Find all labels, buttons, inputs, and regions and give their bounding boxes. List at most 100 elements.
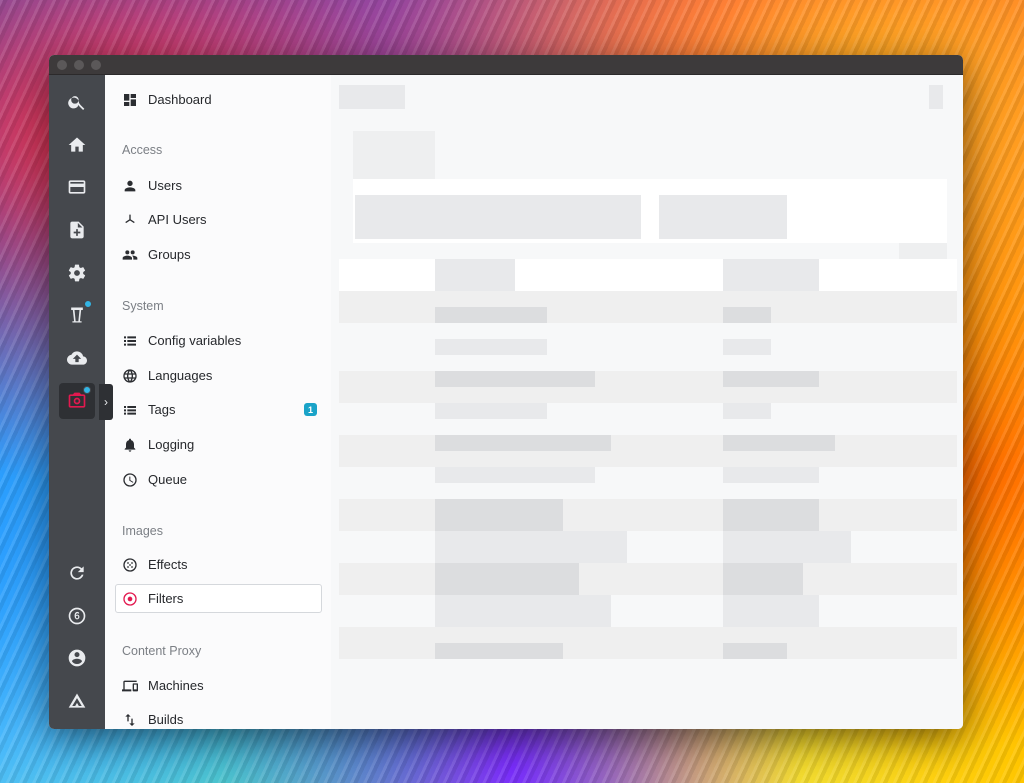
rail-new-document-button[interactable] bbox=[59, 212, 95, 248]
obscured-cell bbox=[723, 531, 851, 563]
obscured-cell bbox=[723, 643, 787, 659]
table-row[interactable] bbox=[339, 595, 957, 627]
obscured-cell bbox=[435, 467, 595, 483]
swap-vertical-icon bbox=[122, 712, 138, 728]
title-bar[interactable] bbox=[49, 55, 963, 75]
close-window-button[interactable] bbox=[57, 60, 67, 70]
sidebar-item-filters[interactable]: Filters bbox=[115, 584, 322, 613]
obscured-cell bbox=[723, 499, 819, 531]
table-row[interactable] bbox=[339, 339, 957, 371]
sidebar-item-label: Logging bbox=[148, 437, 195, 452]
rail-refresh-button[interactable] bbox=[59, 555, 95, 591]
obscured-cell bbox=[435, 339, 547, 355]
minimize-window-button[interactable] bbox=[74, 60, 84, 70]
sidebar-item-machines[interactable]: Machines bbox=[115, 671, 322, 700]
group-icon bbox=[122, 247, 138, 263]
radio-target-icon bbox=[122, 591, 138, 607]
obscured-cell bbox=[723, 595, 819, 627]
sidebar-item-groups[interactable]: Groups bbox=[115, 240, 322, 269]
sidebar-item-config-variables[interactable]: Config variables bbox=[115, 326, 322, 355]
rail-logo-button[interactable] bbox=[59, 683, 95, 719]
bell-icon bbox=[122, 437, 138, 453]
document-add-icon bbox=[70, 221, 84, 239]
bucket-icon bbox=[71, 307, 83, 323]
section-title-images: Images bbox=[122, 524, 163, 538]
obscured-header-action bbox=[929, 85, 943, 109]
sidebar-item-label: Effects bbox=[148, 557, 188, 572]
table-row[interactable] bbox=[339, 371, 957, 403]
section-title-system: System bbox=[122, 299, 164, 313]
table-row[interactable] bbox=[339, 499, 957, 531]
sidebar-item-label: Users bbox=[148, 178, 182, 193]
notification-dot bbox=[84, 300, 92, 308]
logo-icon bbox=[68, 693, 86, 708]
image-filter-icon bbox=[68, 392, 86, 408]
rail-settings-button[interactable] bbox=[59, 255, 95, 291]
obscured-cell bbox=[435, 403, 547, 419]
rail-card-button[interactable] bbox=[59, 169, 95, 205]
dashboard-icon bbox=[122, 92, 138, 108]
table-row[interactable] bbox=[339, 627, 957, 659]
sidebar-item-users[interactable]: Users bbox=[115, 171, 322, 200]
obscured-select-field[interactable] bbox=[659, 195, 787, 239]
sidebar-item-languages[interactable]: Languages bbox=[115, 361, 322, 390]
search-icon bbox=[68, 96, 85, 110]
obscured-page-title bbox=[339, 85, 405, 109]
table-row[interactable] bbox=[339, 291, 957, 323]
obscured-cell bbox=[723, 467, 819, 483]
section-title-content-proxy: Content Proxy bbox=[122, 644, 202, 658]
rail-images-button[interactable] bbox=[59, 383, 95, 419]
table-row[interactable] bbox=[339, 435, 957, 467]
app-window: › Dashboard Access Users API Users Group… bbox=[49, 55, 963, 729]
sidebar-item-label: API Users bbox=[148, 212, 207, 227]
rail-bucket-button[interactable] bbox=[59, 297, 95, 333]
sidebar-item-builds[interactable]: Builds bbox=[115, 705, 322, 729]
sidebar-item-api-users[interactable]: API Users bbox=[115, 205, 322, 234]
obscured-cell bbox=[435, 371, 595, 387]
sidebar-item-tags[interactable]: Tags 1 bbox=[115, 395, 322, 424]
sidebar-item-logging[interactable]: Logging bbox=[115, 430, 322, 459]
rail-home-button[interactable] bbox=[59, 127, 95, 163]
obscured-cell bbox=[435, 643, 563, 659]
obscured-section-heading bbox=[353, 131, 435, 179]
obscured-cell bbox=[723, 435, 835, 451]
account-icon bbox=[68, 649, 86, 667]
table-row[interactable] bbox=[339, 531, 957, 563]
sidebar-item-label: Languages bbox=[148, 368, 213, 383]
table-row[interactable] bbox=[339, 467, 957, 499]
sidebar-item-label: Tags bbox=[148, 402, 176, 417]
list-icon bbox=[122, 333, 138, 349]
zoom-window-button[interactable] bbox=[91, 60, 101, 70]
obscured-cell bbox=[723, 307, 771, 323]
gear-icon bbox=[68, 264, 86, 282]
table-row[interactable] bbox=[339, 675, 957, 707]
rail-counter-button[interactable] bbox=[59, 598, 95, 634]
rail-search-button[interactable] bbox=[59, 84, 95, 120]
obscured-search-field[interactable] bbox=[355, 195, 641, 239]
obscured-column-header bbox=[723, 259, 819, 291]
obscured-table-header bbox=[339, 259, 957, 291]
rail-account-button[interactable] bbox=[59, 640, 95, 676]
obscured-cell bbox=[723, 371, 819, 387]
table-row[interactable] bbox=[339, 563, 957, 595]
api-icon bbox=[122, 212, 138, 228]
sidebar-item-queue[interactable]: Queue bbox=[115, 465, 322, 494]
list-icon bbox=[122, 402, 138, 418]
cloud-upload-icon bbox=[67, 351, 87, 365]
rail-upload-button[interactable] bbox=[59, 340, 95, 376]
sidebar-item-effects[interactable]: Effects bbox=[115, 550, 322, 579]
obscured-cell bbox=[723, 339, 771, 355]
sidebar-item-label: Config variables bbox=[148, 333, 242, 348]
sidebar-expand-toggle[interactable]: › bbox=[99, 384, 113, 420]
sidebar-item-label: Groups bbox=[148, 247, 191, 262]
obscured-cell bbox=[723, 403, 771, 419]
notification-dot bbox=[83, 386, 91, 394]
sidebar-nav: Dashboard Access Users API Users Groups … bbox=[105, 75, 331, 729]
person-icon bbox=[122, 178, 138, 194]
section-title-access: Access bbox=[122, 143, 163, 157]
obscured-column-header bbox=[435, 259, 515, 291]
main-content bbox=[331, 75, 963, 729]
table-row[interactable] bbox=[339, 403, 957, 435]
sidebar-item-dashboard[interactable]: Dashboard bbox=[115, 85, 322, 114]
home-icon bbox=[68, 137, 86, 152]
